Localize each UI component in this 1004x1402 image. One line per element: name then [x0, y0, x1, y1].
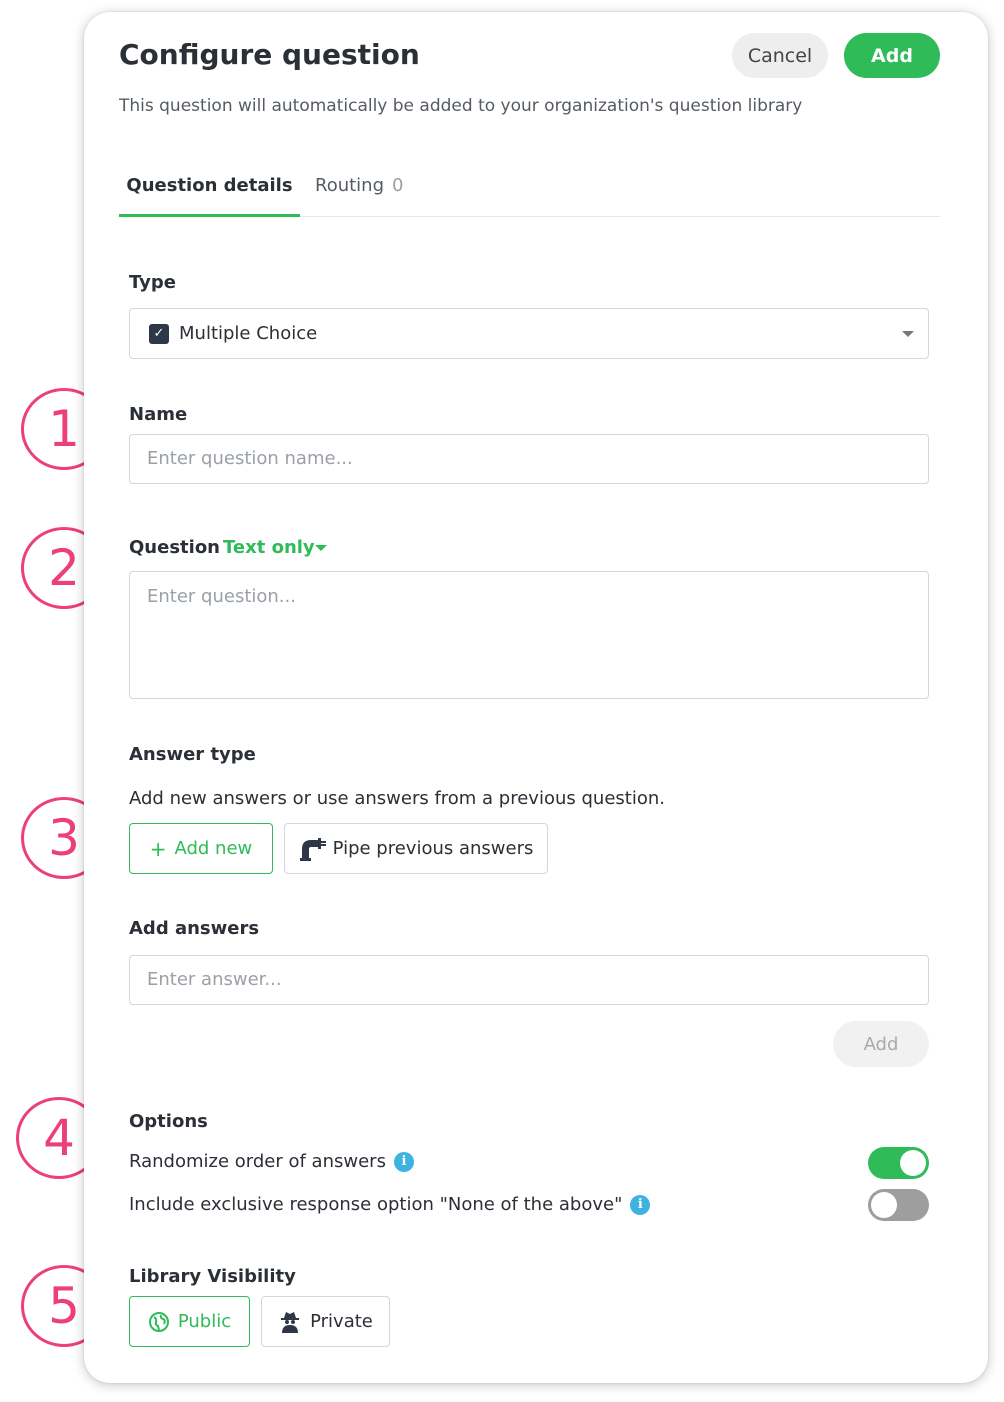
text-format-dropdown[interactable]: Text only: [223, 537, 315, 558]
randomize-toggle[interactable]: [868, 1147, 929, 1179]
info-icon[interactable]: i: [630, 1195, 651, 1215]
randomize-option: Randomize order of answers i: [129, 1151, 414, 1172]
pipe-label: Pipe previous answers: [332, 838, 534, 859]
tab-label: Routing: [315, 175, 385, 196]
public-label: Public: [177, 1311, 232, 1332]
chevron-down-icon[interactable]: [315, 545, 327, 551]
tab-question-details[interactable]: Question details: [119, 167, 300, 217]
add-new-label: Add new: [174, 838, 253, 859]
question-name-input[interactable]: Enter question name...: [129, 434, 929, 484]
type-value: Multiple Choice: [179, 323, 318, 344]
none-of-above-label: Include exclusive response option "None …: [129, 1194, 623, 1215]
chevron-down-icon: [902, 331, 914, 337]
question-textarea[interactable]: Enter question...: [129, 571, 929, 699]
name-label: Name: [129, 404, 188, 425]
type-select[interactable]: ✓ Multiple Choice: [129, 308, 929, 359]
answer-type-label: Answer type: [129, 744, 256, 765]
toggle-knob: [900, 1150, 926, 1176]
randomize-option-label: Randomize order of answers: [129, 1151, 386, 1172]
tab-label: Question details: [126, 175, 293, 196]
checkbox-icon: ✓: [149, 323, 169, 344]
private-label: Private: [310, 1311, 373, 1332]
add-button[interactable]: Add: [844, 33, 940, 78]
none-of-above-option: Include exclusive response option "None …: [129, 1194, 651, 1215]
page-title: Configure question: [119, 38, 420, 71]
none-of-above-toggle[interactable]: [868, 1189, 929, 1221]
subtitle: This question will automatically be adde…: [119, 96, 803, 116]
options-label: Options: [129, 1111, 208, 1132]
library-visibility-label: Library Visibility: [129, 1266, 296, 1287]
type-label: Type: [129, 272, 176, 293]
plus-icon: +: [149, 836, 167, 861]
configure-question-modal: Configure question Cancel Add This quest…: [84, 12, 988, 1383]
answer-type-helper: Add new answers or use answers from a pr…: [129, 788, 665, 809]
pipe-icon: [299, 837, 326, 861]
tab-bar: Question details Routing 0: [119, 167, 940, 217]
tab-routing[interactable]: Routing 0: [315, 167, 403, 217]
toggle-knob: [871, 1192, 897, 1218]
answer-input[interactable]: Enter answer...: [129, 955, 929, 1005]
pipe-previous-answers-button[interactable]: Pipe previous answers: [284, 823, 548, 874]
spy-icon: [281, 1311, 300, 1333]
globe-icon: [148, 1311, 169, 1332]
private-button[interactable]: Private: [261, 1296, 390, 1347]
add-new-button[interactable]: + Add new: [129, 823, 273, 874]
add-answers-label: Add answers: [129, 918, 260, 939]
add-answer-button[interactable]: Add: [833, 1021, 929, 1067]
routing-count: 0: [392, 175, 404, 196]
public-button[interactable]: Public: [129, 1296, 250, 1347]
cancel-button[interactable]: Cancel: [732, 33, 828, 78]
info-icon[interactable]: i: [393, 1152, 414, 1172]
question-label: Question: [129, 537, 220, 558]
